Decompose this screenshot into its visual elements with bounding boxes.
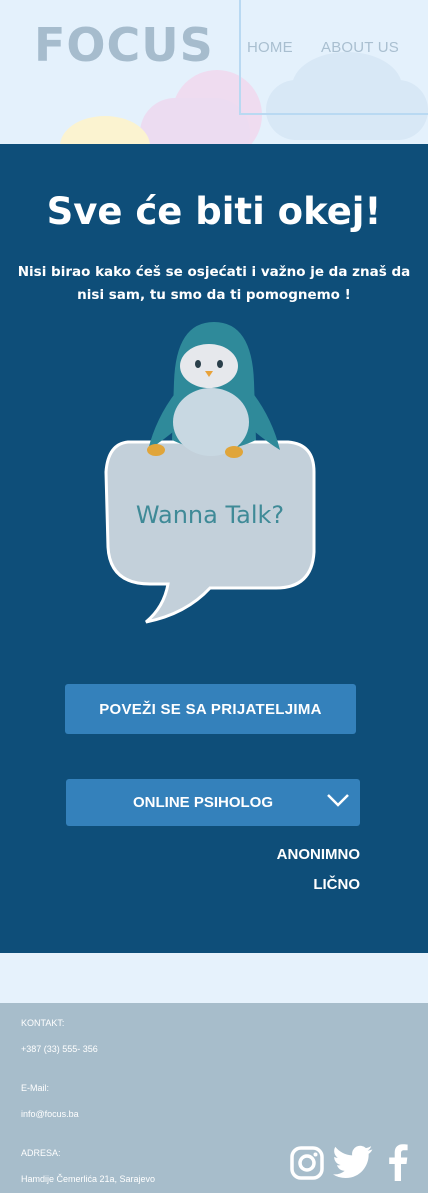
site-footer: KONTAKT: +387 (33) 555- 356 E-Mail: info… xyxy=(0,1003,428,1193)
wanna-talk-text: Wanna Talk? xyxy=(136,501,284,529)
email-label: E-Mail: xyxy=(21,1083,50,1093)
section-divider xyxy=(0,953,428,1003)
online-psychologist-label: ONLINE PSIHOLOG xyxy=(132,794,273,811)
site-header: FOCUS HOME ABOUT US xyxy=(0,0,428,144)
facebook-icon[interactable] xyxy=(388,1143,408,1181)
nav-frame xyxy=(239,0,428,115)
twitter-icon[interactable] xyxy=(333,1144,373,1180)
dropdown-option-licno[interactable]: LIČNO xyxy=(313,876,360,893)
online-psychologist-dropdown[interactable]: ONLINE PSIHOLOG xyxy=(66,779,360,826)
contact-label: KONTAKT: xyxy=(21,1018,65,1028)
instagram-icon[interactable] xyxy=(290,1146,324,1180)
phone-number[interactable]: +387 (33) 555- 356 xyxy=(21,1044,98,1054)
chevron-down-icon xyxy=(327,794,349,807)
connect-friends-button[interactable]: POVEŽI SE SA PRIJATELJIMA xyxy=(65,684,356,734)
hero-section: Sve će biti okej! Nisi birao kako ćeš se… xyxy=(0,144,428,953)
nav-link-home[interactable]: HOME xyxy=(247,39,293,56)
site-logo[interactable]: FOCUS xyxy=(34,18,214,72)
header-cloud-decoration xyxy=(140,98,250,144)
dropdown-option-anonimno[interactable]: ANONIMNO xyxy=(277,846,360,863)
hero-subtitle: Nisi birao kako ćeš se osjećati i važno … xyxy=(17,264,411,303)
penguin-wanna-talk-illustration: Wanna Talk? xyxy=(102,322,318,626)
email-address[interactable]: info@focus.ba xyxy=(21,1109,79,1119)
address-text: Hamdije Čemerlića 21a, Sarajevo xyxy=(21,1174,156,1184)
nav-link-about-us[interactable]: ABOUT US xyxy=(321,39,399,56)
hero-title: Sve će biti okej! xyxy=(46,190,382,233)
address-label: ADRESA: xyxy=(21,1148,61,1158)
header-cloud-decoration xyxy=(60,116,150,144)
